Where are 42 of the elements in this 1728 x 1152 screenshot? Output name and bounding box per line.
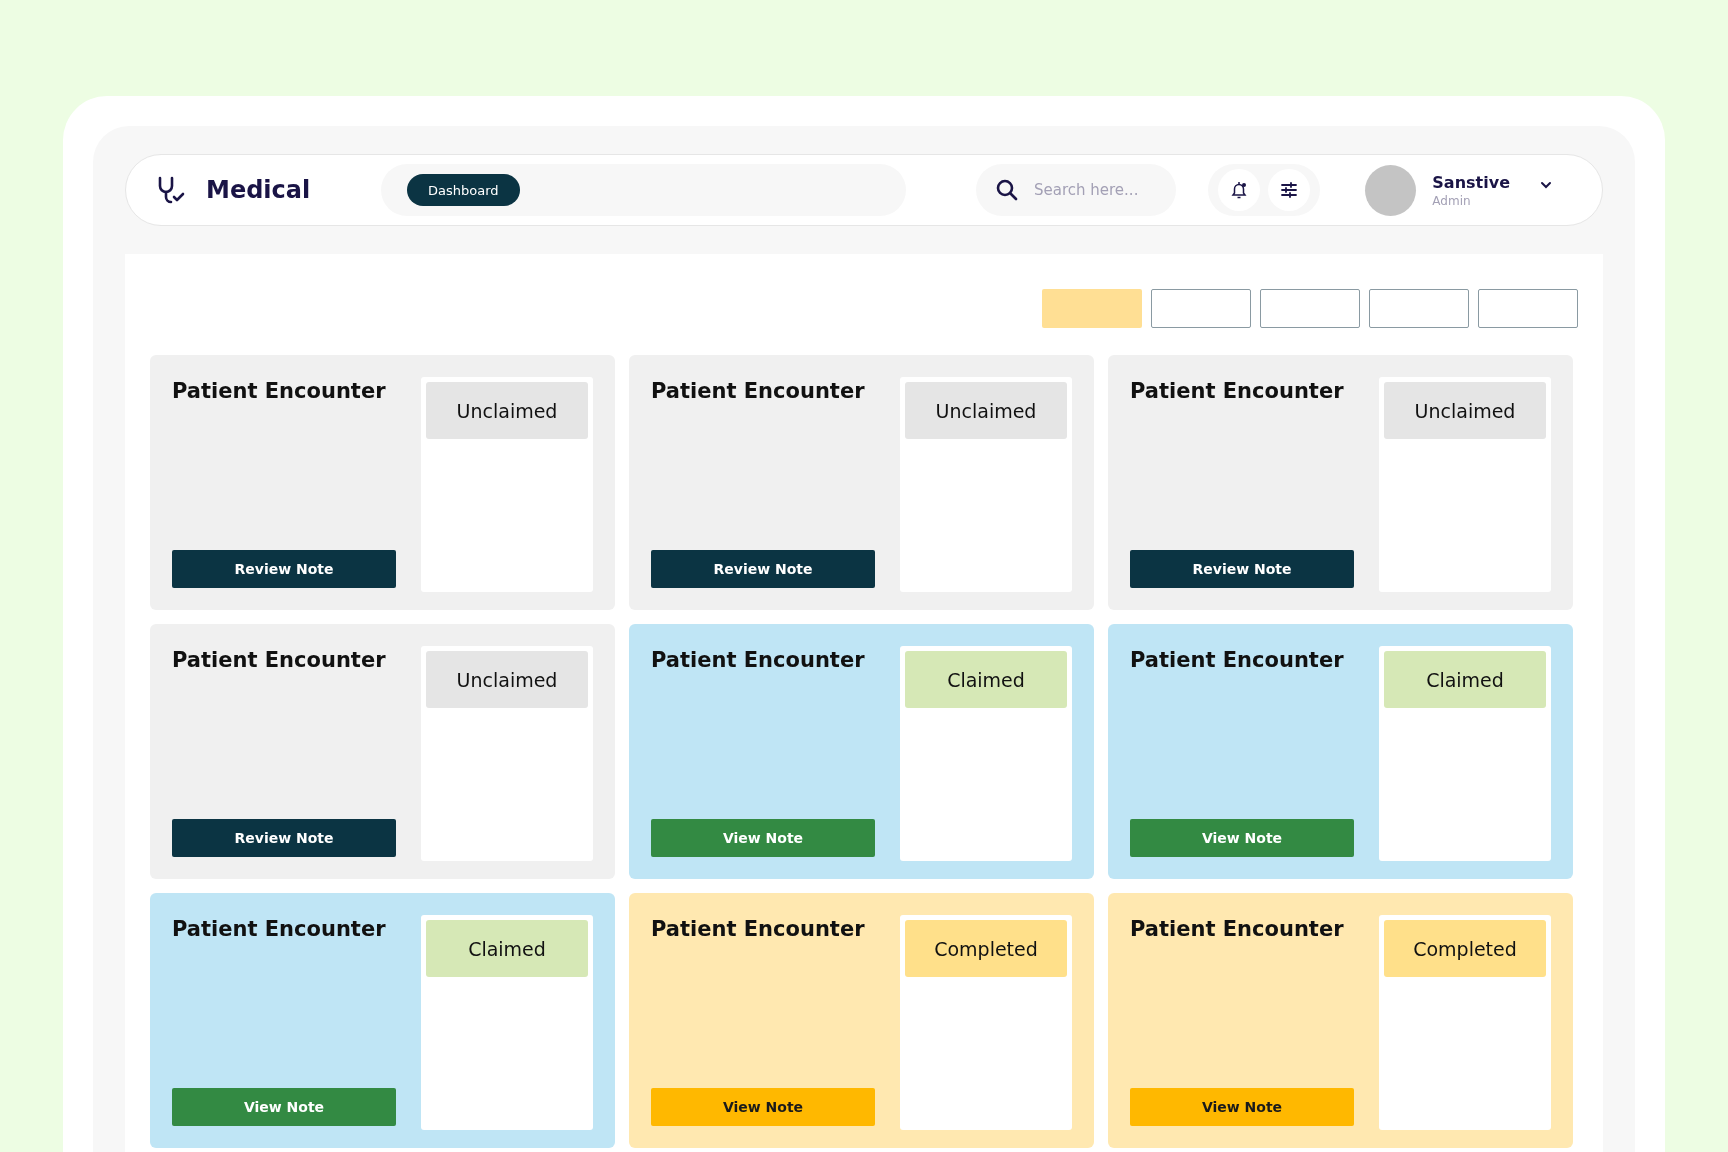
brand-name: Medical xyxy=(206,176,311,204)
card-title: Patient Encounter xyxy=(172,648,387,672)
card-title: Patient Encounter xyxy=(1130,379,1345,403)
status-badge: Claimed xyxy=(426,920,588,977)
note-button[interactable]: Review Note xyxy=(1130,550,1354,588)
filter-tab[interactable] xyxy=(1151,289,1251,328)
status-badge: Unclaimed xyxy=(905,382,1067,439)
note-button[interactable]: View Note xyxy=(651,819,875,857)
notification-button[interactable] xyxy=(1218,169,1260,211)
status-badge: Unclaimed xyxy=(426,382,588,439)
card-title: Patient Encounter xyxy=(651,917,866,941)
note-button[interactable]: View Note xyxy=(172,1088,396,1126)
note-button[interactable]: View Note xyxy=(651,1088,875,1126)
card-title: Patient Encounter xyxy=(172,379,387,403)
settings-button[interactable] xyxy=(1268,169,1310,211)
card-title: Patient Encounter xyxy=(651,379,866,403)
card-title: Patient Encounter xyxy=(1130,648,1345,672)
sliders-icon xyxy=(1280,181,1298,199)
user-name: Sanstive xyxy=(1432,172,1510,192)
card-title: Patient Encounter xyxy=(651,648,866,672)
note-button[interactable]: View Note xyxy=(1130,1088,1354,1126)
status-badge: Completed xyxy=(905,920,1067,977)
status-badge: Completed xyxy=(1384,920,1546,977)
status-badge: Claimed xyxy=(1384,651,1546,708)
note-button[interactable]: View Note xyxy=(1130,819,1354,857)
nav-tab[interactable]: Dashboard xyxy=(407,174,520,206)
note-button[interactable]: Review Note xyxy=(651,550,875,588)
user-role: Admin xyxy=(1432,193,1472,208)
filter-tab[interactable] xyxy=(1369,289,1469,328)
status-badge: Unclaimed xyxy=(426,651,588,708)
bell-icon xyxy=(1229,180,1249,200)
stethoscope-icon xyxy=(156,175,186,205)
status-badge: Unclaimed xyxy=(1384,382,1546,439)
status-badge: Claimed xyxy=(905,651,1067,708)
filter-tab[interactable] xyxy=(1260,289,1360,328)
card-title: Patient Encounter xyxy=(1130,917,1345,941)
card-title: Patient Encounter xyxy=(172,917,387,941)
note-button[interactable]: Review Note xyxy=(172,550,396,588)
search-field[interactable]: Search here... xyxy=(976,164,1176,216)
caret-icon[interactable] xyxy=(1540,181,1552,189)
note-button[interactable]: Review Note xyxy=(172,819,396,857)
filter-tab[interactable] xyxy=(1478,289,1578,328)
